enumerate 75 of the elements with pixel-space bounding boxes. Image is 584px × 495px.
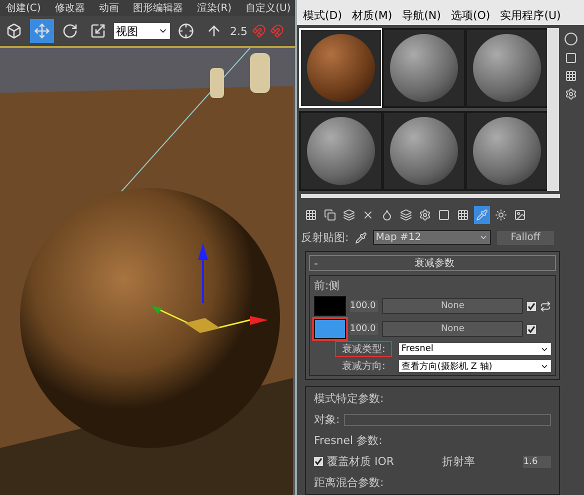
- map-type-button[interactable]: Falloff: [496, 230, 554, 244]
- copy-icon: [324, 209, 336, 221]
- falloff-type-label: 衰减类型:: [336, 342, 392, 356]
- material-slot[interactable]: [465, 111, 549, 191]
- rollout-header[interactable]: - 衰减参数: [309, 255, 556, 271]
- pipette-icon: [354, 232, 367, 244]
- swap-icon: [540, 300, 552, 312]
- grid-icon: [457, 209, 469, 221]
- snap-value[interactable]: 2.5: [230, 24, 248, 38]
- menu-item[interactable]: 动画: [98, 1, 119, 15]
- section-title: 距离混合参数:: [314, 475, 385, 490]
- falloff-direction-dropdown[interactable]: 查看方向(摄影机 Z 轴): [399, 360, 552, 372]
- settings-icon: [419, 209, 431, 221]
- square-icon: [565, 52, 577, 64]
- ior-label: 折射率: [442, 454, 476, 469]
- falloff-direction-label: 衰减方向:: [341, 360, 386, 373]
- crosshair-icon: [178, 23, 194, 39]
- scrollbar[interactable]: [301, 194, 560, 198]
- magnet-icon: [252, 24, 266, 38]
- layers-icon: [400, 209, 412, 221]
- scrollbar[interactable]: [547, 28, 559, 191]
- checkbox[interactable]: [314, 457, 323, 466]
- map-button[interactable]: None: [382, 321, 524, 337]
- droplet-icon: [381, 209, 393, 221]
- square-icon: [438, 209, 450, 221]
- menu-item[interactable]: 渲染(R): [196, 1, 232, 15]
- object-label: 对象:: [314, 412, 340, 427]
- menu-item[interactable]: 材质(M): [352, 8, 392, 23]
- menu-item[interactable]: 创建(C): [6, 1, 41, 15]
- override-ior-label: 覆盖材质 IOR: [327, 454, 394, 469]
- menu-item[interactable]: 实用程序(U): [500, 8, 561, 23]
- cube-icon: [6, 23, 22, 39]
- move-icon: [34, 23, 50, 39]
- material-slot[interactable]: [299, 111, 383, 191]
- caret-icon: [478, 233, 488, 242]
- material-slot[interactable]: [382, 28, 466, 108]
- rotate-icon: [62, 23, 78, 39]
- settings-icon: [565, 88, 577, 100]
- checkbox[interactable]: [527, 324, 536, 334]
- section-title: Fresnel 参数:: [314, 433, 384, 448]
- menu-item[interactable]: 图形编辑器: [132, 1, 183, 15]
- color-swatch[interactable]: [314, 296, 346, 316]
- layers-icon: [343, 209, 355, 221]
- menu-item[interactable]: 选项(O): [450, 8, 490, 23]
- scale-icon: [90, 23, 106, 39]
- collapse-sign[interactable]: -: [314, 256, 318, 270]
- falloff-type-dropdown[interactable]: Fresnel: [399, 343, 552, 355]
- image-icon: [514, 209, 526, 221]
- map-button[interactable]: None: [382, 298, 524, 314]
- grid-icon: [305, 209, 317, 221]
- group-title: 前:侧: [314, 278, 341, 293]
- arrow-up-icon: [206, 23, 222, 39]
- sun-icon: [495, 209, 507, 221]
- menu-item[interactable]: 自定义(U): [246, 1, 291, 15]
- close-icon: [362, 209, 374, 221]
- amount-spinner[interactable]: 100.0: [350, 300, 378, 312]
- magnet-icon: [270, 24, 284, 38]
- checkbox[interactable]: [527, 302, 536, 310]
- view-dropdown[interactable]: 视图: [114, 23, 170, 39]
- rollout-title: 衰减参数: [414, 256, 456, 270]
- material-slot[interactable]: [382, 111, 466, 191]
- amount-spinner[interactable]: 100.0: [350, 323, 378, 335]
- material-slot[interactable]: [465, 28, 549, 108]
- pipette-icon: [476, 209, 488, 221]
- section-title: 模式特定参数:: [314, 391, 385, 406]
- color-swatch[interactable]: [314, 319, 346, 339]
- sphere-icon: [564, 32, 578, 46]
- map-label: 反射贴图:: [301, 230, 349, 245]
- menu-item[interactable]: 模式(D): [303, 8, 342, 23]
- object-field[interactable]: [344, 414, 552, 426]
- menu-item[interactable]: 导航(N): [402, 8, 441, 23]
- map-name-field[interactable]: Map #12: [372, 230, 491, 245]
- grid-icon: [565, 70, 577, 82]
- ior-spinner[interactable]: 1.6: [523, 456, 552, 468]
- menu-item[interactable]: 修改器: [54, 1, 85, 15]
